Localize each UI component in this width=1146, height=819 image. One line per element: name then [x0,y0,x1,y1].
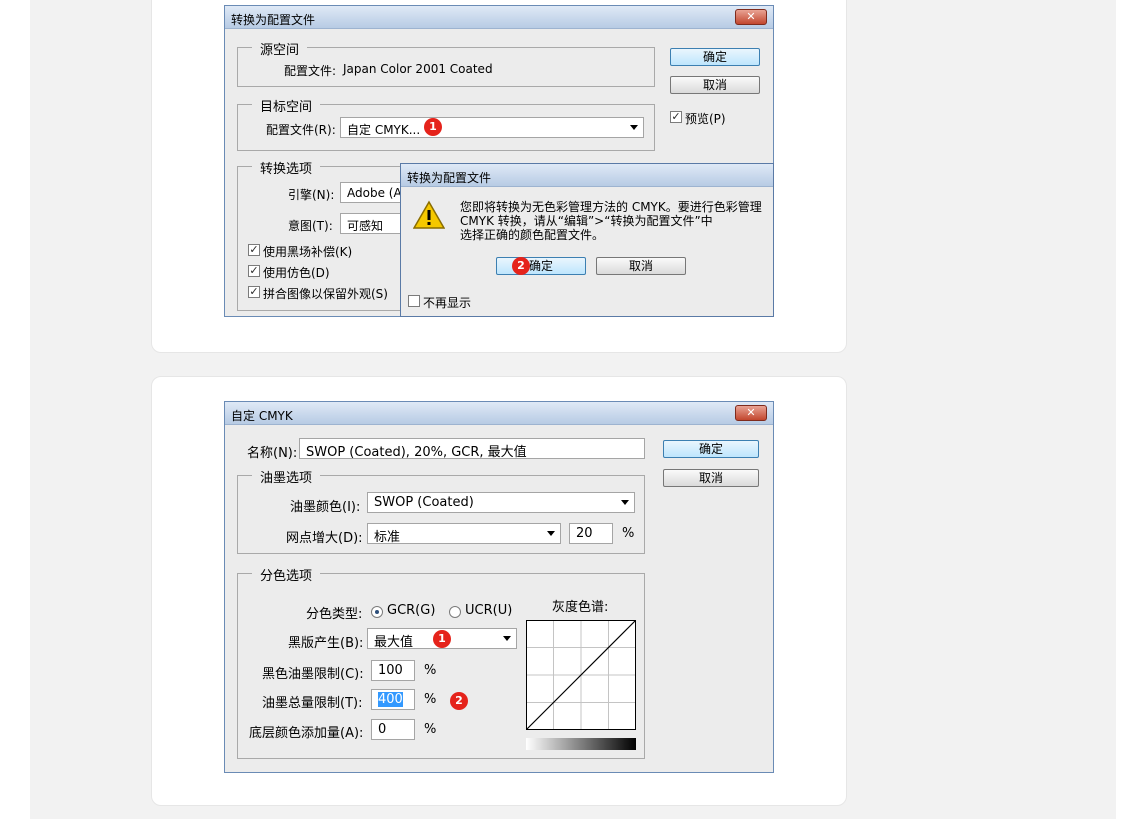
dest-profile-value: 自定 CMYK... [347,123,421,137]
black-ink-limit-input[interactable]: 100 [371,660,415,681]
intent-value: 可感知 [347,219,384,233]
dot-gain-percent-sign: % [622,526,635,541]
ink-colors-select[interactable]: SWOP (Coated) [367,492,635,513]
black-ink-limit-label: 黑色油墨限制(C): [262,667,364,682]
custom-cmyk-dialog: 自定 CMYK ✕ 名称(N): SWOP (Coated), 20%, GCR… [224,401,774,773]
dot-gain-select[interactable]: 标准 [367,523,561,544]
total-ink-limit-label: 油墨总量限制(T): [262,696,363,711]
chevron-down-icon [503,636,511,641]
step-badge-2: 2 [450,692,468,710]
total-ink-limit-value: 400 [378,692,403,707]
black-point-compensation-checkbox[interactable]: ✓ [248,244,260,256]
conversion-options-legend: 转换选项 [252,158,321,177]
right-margin [1116,0,1146,819]
step-badge-1: 1 [424,118,442,136]
title-bar: 自定 CMYK ✕ [225,402,773,425]
separation-options-legend: 分色选项 [252,565,321,584]
black-generation-value: 最大值 [374,635,414,649]
gray-ramp-label: 灰度色谱: [552,600,609,615]
alert-line-3: 选择正确的颜色配置文件。 [460,228,605,242]
chevron-down-icon [630,125,638,130]
destination-space-group: 目标空间 配置文件(R): 自定 CMYK... 1 [237,96,655,151]
dither-label: 使用仿色(D) [263,266,330,280]
close-button[interactable]: ✕ [735,9,767,25]
name-input[interactable]: SWOP (Coated), 20%, GCR, 最大值 [299,438,645,459]
alert-ok-button[interactable]: 确定 [496,257,586,275]
source-space-group: 源空间 配置文件: Japan Color 2001 Coated [237,39,655,87]
screenshot-card-1: 转换为配置文件 ✕ 源空间 配置文件: Japan Color 2001 Coa… [151,0,847,353]
dot-gain-percent-input[interactable]: 20 [569,523,613,544]
cancel-button[interactable]: 取消 [670,76,760,94]
gcr-radio[interactable] [371,606,383,618]
ucaa-value: 0 [378,722,387,737]
engine-label: 引擎(N): [288,188,335,202]
ink-options-group: 油墨选项 油墨颜色(I): SWOP (Coated) 网点增大(D): 标准 … [237,467,645,554]
separation-type-label: 分色类型: [306,607,363,622]
dest-profile-select[interactable]: 自定 CMYK... [340,117,644,138]
preview-checkbox[interactable]: ✓ [670,111,682,123]
gcr-label: GCR(G) [387,603,436,618]
source-profile-value: Japan Color 2001 Coated [343,62,493,76]
black-ink-limit-value: 100 [378,663,403,678]
ok-button[interactable]: 确定 [663,440,759,458]
name-value: SWOP (Coated), 20%, GCR, 最大值 [306,445,527,459]
total-ink-limit-percent: % [424,692,437,707]
ucr-radio[interactable] [449,606,461,618]
ucaa-label: 底层颜色添加量(A): [249,726,364,741]
dont-show-again-checkbox[interactable] [408,295,420,307]
dialog-title: 自定 CMYK [231,409,293,423]
dot-gain-value: 标准 [374,530,401,544]
dont-show-again-label: 不再显示 [423,296,472,310]
alert-title-bar: 转换为配置文件 [401,164,773,187]
warning-icon [413,200,445,229]
dot-gain-percent-value: 20 [576,526,593,541]
ucaa-input[interactable]: 0 [371,719,415,740]
name-label: 名称(N): [247,446,298,461]
source-profile-label: 配置文件: [284,64,337,78]
ink-colors-label: 油墨颜色(I): [290,500,361,515]
dot-gain-label: 网点增大(D): [286,531,363,546]
screenshot-card-2: 自定 CMYK ✕ 名称(N): SWOP (Coated), 20%, GCR… [151,376,847,806]
cmyk-warning-dialog: 转换为配置文件 您即将转换为无色彩管理方法的 CMYK。要进行色彩管理 CMYK… [400,163,774,317]
destination-space-legend: 目标空间 [252,96,321,115]
left-margin [0,0,30,819]
ok-button[interactable]: 确定 [670,48,760,66]
engine-value: Adobe (A [347,186,402,200]
dialog-title: 转换为配置文件 [231,13,316,27]
source-space-legend: 源空间 [252,39,308,58]
separation-options-group: 分色选项 分色类型: GCR(G) UCR(U) 黑版产生(B): 最大值 1 … [237,565,645,759]
ink-colors-value: SWOP (Coated) [374,495,474,510]
title-bar: 转换为配置文件 ✕ [225,6,773,29]
ucaa-percent: % [424,722,437,737]
step-badge-2: 2 [512,257,530,275]
chevron-down-icon [621,500,629,505]
ink-options-legend: 油墨选项 [252,467,321,486]
gray-ramp-graph [526,620,636,730]
dither-checkbox[interactable]: ✓ [248,265,260,277]
chevron-down-icon [547,531,555,536]
total-ink-limit-input[interactable]: 400 [371,689,415,710]
black-ink-limit-percent: % [424,663,437,678]
preview-label: 预览(P) [685,112,726,126]
close-button[interactable]: ✕ [735,405,767,421]
black-generation-label: 黑版产生(B): [288,636,364,651]
gray-ramp-gradient [526,738,636,750]
step-badge-1: 1 [433,630,451,648]
ucr-label: UCR(U) [465,603,513,618]
convert-profile-dialog: 转换为配置文件 ✕ 源空间 配置文件: Japan Color 2001 Coa… [224,5,774,317]
cancel-button[interactable]: 取消 [663,469,759,487]
dest-profile-label: 配置文件(R): [266,123,336,137]
flatten-image-checkbox[interactable]: ✓ [248,286,260,298]
flatten-image-label: 拼合图像以保留外观(S) [263,287,388,301]
alert-title: 转换为配置文件 [407,171,492,185]
black-point-compensation-label: 使用黑场补偿(K) [263,245,353,259]
alert-cancel-button[interactable]: 取消 [596,257,686,275]
intent-label: 意图(T): [288,219,333,233]
